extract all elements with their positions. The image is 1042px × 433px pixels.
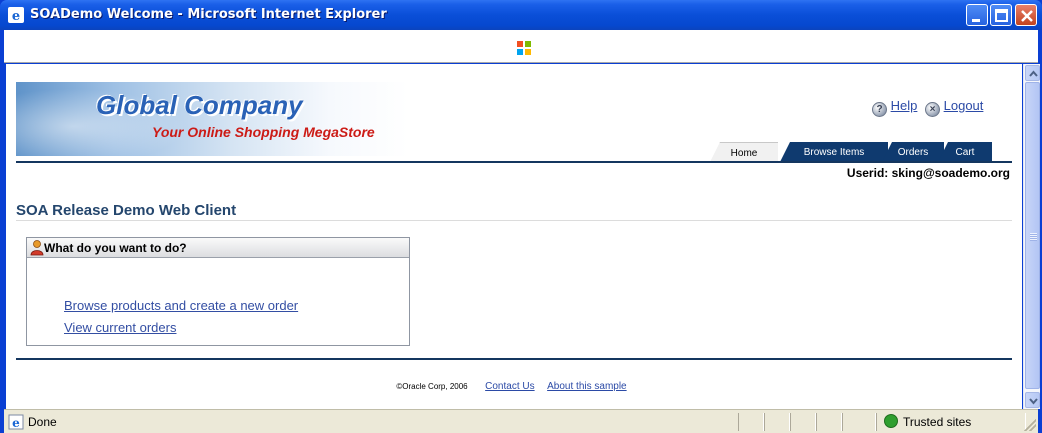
title-bar[interactable]: e SOADemo Welcome - Microsoft Internet E… bbox=[0, 0, 1042, 30]
svg-text:e: e bbox=[12, 416, 20, 430]
title-divider bbox=[16, 220, 1012, 221]
tab-cart[interactable]: Cart bbox=[938, 142, 992, 162]
trusted-sites-icon bbox=[884, 414, 898, 428]
company-tagline: Your Online Shopping MegaStore bbox=[152, 124, 375, 140]
svg-text:e: e bbox=[12, 9, 20, 23]
scroll-down-button[interactable] bbox=[1025, 392, 1040, 408]
header-divider bbox=[16, 161, 1012, 163]
close-icon bbox=[1021, 10, 1033, 22]
tab-browse-items[interactable]: Browse Items bbox=[780, 142, 888, 162]
company-banner: Global Company Your Online Shopping Mega… bbox=[16, 82, 408, 156]
browser-window: e SOADemo Welcome - Microsoft Internet E… bbox=[0, 0, 1042, 433]
resize-grip-icon[interactable] bbox=[1024, 419, 1036, 431]
vertical-scrollbar[interactable] bbox=[1023, 64, 1040, 409]
page-footer: ©Oracle Corp, 2006 Contact Us About this… bbox=[6, 381, 1022, 392]
action-panel: What do you want to do? Browse products … bbox=[26, 237, 410, 346]
footer-divider bbox=[16, 358, 1012, 360]
tab-orders[interactable]: Orders bbox=[882, 142, 944, 162]
minimize-icon bbox=[972, 19, 980, 22]
window-title: SOADemo Welcome - Microsoft Internet Exp… bbox=[30, 7, 387, 22]
status-cell bbox=[816, 413, 842, 431]
company-name: Global Company bbox=[96, 90, 303, 120]
panel-title: What do you want to do? bbox=[44, 241, 187, 255]
scroll-grip-icon bbox=[1030, 233, 1037, 241]
chevron-up-icon bbox=[1029, 70, 1038, 77]
view-orders-link[interactable]: View current orders bbox=[64, 317, 298, 339]
panel-links: Browse products and create a new order V… bbox=[64, 295, 298, 339]
ie-page-icon: e bbox=[8, 414, 24, 430]
maximize-icon bbox=[995, 9, 1008, 22]
page-viewport: Global Company Your Online Shopping Mega… bbox=[6, 64, 1022, 409]
help-icon: ? bbox=[872, 102, 887, 117]
status-cell bbox=[790, 413, 816, 431]
status-text: Done bbox=[28, 415, 57, 429]
maximize-button[interactable] bbox=[990, 4, 1012, 26]
scroll-thumb[interactable] bbox=[1025, 82, 1040, 389]
contact-us-link[interactable]: Contact Us bbox=[485, 381, 534, 392]
help-link[interactable]: Help bbox=[891, 98, 918, 113]
page-title: SOA Release Demo Web Client bbox=[16, 202, 237, 219]
status-cell bbox=[738, 413, 764, 431]
status-cell bbox=[842, 413, 876, 431]
minimize-button[interactable] bbox=[966, 4, 988, 26]
userid-label: Userid: sking@soademo.org bbox=[846, 166, 1010, 180]
ie-icon: e bbox=[8, 7, 24, 23]
browse-products-link[interactable]: Browse products and create a new order bbox=[64, 295, 298, 317]
status-cell bbox=[764, 413, 790, 431]
zone-text: Trusted sites bbox=[903, 415, 972, 429]
status-bar: e Done Trusted sites bbox=[4, 409, 1038, 433]
about-sample-link[interactable]: About this sample bbox=[547, 381, 627, 392]
copyright-text: ©Oracle Corp, 2006 bbox=[396, 382, 468, 391]
window-border-left bbox=[0, 30, 4, 433]
windows-logo-icon bbox=[517, 41, 531, 55]
close-button[interactable] bbox=[1015, 4, 1037, 26]
chevron-down-icon bbox=[1029, 398, 1038, 405]
logout-link[interactable]: Logout bbox=[944, 98, 984, 113]
panel-header: What do you want to do? bbox=[27, 238, 409, 258]
brand-bar bbox=[4, 30, 1038, 63]
tab-home[interactable]: Home bbox=[710, 142, 778, 162]
top-links: ? Help × Logout bbox=[872, 98, 983, 117]
logout-icon: × bbox=[925, 102, 940, 117]
scroll-up-button[interactable] bbox=[1025, 65, 1040, 81]
